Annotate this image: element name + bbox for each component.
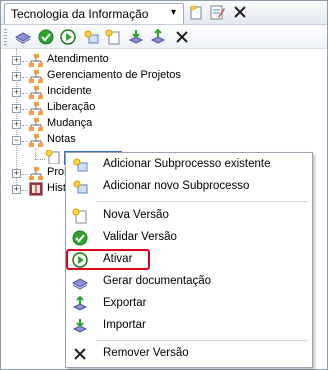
process-group-icon xyxy=(29,70,43,83)
add-new-subprocess-icon xyxy=(73,180,88,194)
expand-icon[interactable]: + xyxy=(12,104,21,113)
validate-icon xyxy=(72,230,88,246)
new-document-icon[interactable] xyxy=(188,4,204,20)
collapse-icon[interactable]: − xyxy=(12,136,21,145)
toolbar-grip[interactable] xyxy=(4,29,7,45)
toolbar xyxy=(1,25,327,49)
remove-icon xyxy=(74,348,86,360)
document-tab-title: Tecnologia da Informação xyxy=(11,7,149,21)
tree-node-mudanca[interactable]: + Mudança xyxy=(1,117,201,133)
process-group-icon xyxy=(29,86,43,99)
menu-item-label: Adicionar novo Subprocesso xyxy=(103,180,250,192)
menu-item-activate[interactable]: Ativar xyxy=(66,249,312,271)
menu-item-label: Adicionar Subprocesso existente xyxy=(103,158,271,170)
edit-document-icon[interactable] xyxy=(209,4,225,20)
validate-icon[interactable] xyxy=(38,29,54,45)
new-subprocess-icon[interactable] xyxy=(83,29,99,45)
expand-icon[interactable]: + xyxy=(12,56,21,65)
import-icon[interactable] xyxy=(128,29,144,45)
new-version-icon[interactable] xyxy=(105,29,121,45)
window-frame: Tecnologia da Informação ▾ + Atendimento… xyxy=(0,0,328,370)
layers-icon[interactable] xyxy=(15,29,31,45)
tree-node-label: Atendimento xyxy=(47,53,109,65)
document-tab[interactable]: Tecnologia da Informação ▾ xyxy=(4,3,184,24)
tree-node-label: Gerenciamento de Projetos xyxy=(47,69,181,81)
import-icon xyxy=(72,319,88,333)
documentation-icon xyxy=(72,278,88,290)
tree-node-incidente[interactable]: + Incidente xyxy=(1,85,201,101)
tree-node-gerenciamento[interactable]: + Gerenciamento de Projetos xyxy=(1,69,221,85)
expand-icon[interactable]: + xyxy=(12,72,21,81)
tree-node-liberacao[interactable]: + Liberação xyxy=(1,101,201,117)
process-group-icon xyxy=(29,102,43,115)
menu-item-add-new-subprocess[interactable]: Adicionar novo Subprocesso xyxy=(66,176,312,198)
add-existing-subprocess-icon xyxy=(73,158,88,172)
menu-item-label: Validar Versão xyxy=(103,231,177,243)
menu-item-validate-version[interactable]: Validar Versão xyxy=(66,227,312,249)
menu-item-label: Exportar xyxy=(103,297,147,309)
expand-icon[interactable]: + xyxy=(12,120,21,129)
menu-item-add-existing-subprocess[interactable]: Adicionar Subprocesso existente xyxy=(66,154,312,176)
tree-node-label: Incidente xyxy=(47,85,92,97)
menu-item-generate-documentation[interactable]: Gerar documentação xyxy=(66,271,312,293)
new-version-icon xyxy=(72,208,87,224)
tree-line xyxy=(35,159,45,160)
tree-line xyxy=(35,149,36,159)
export-icon[interactable] xyxy=(150,29,166,45)
expand-icon[interactable]: + xyxy=(12,88,21,97)
tree-node-notas[interactable]: − Notas xyxy=(1,133,201,149)
expand-icon[interactable]: + xyxy=(12,169,21,178)
tree-node-problema[interactable]: + Prob xyxy=(1,166,70,182)
menu-separator xyxy=(96,201,308,202)
process-group-icon xyxy=(29,118,43,131)
context-menu: Adicionar Subprocesso existente Adiciona… xyxy=(65,152,313,368)
menu-item-new-version[interactable]: Nova Versão xyxy=(66,205,312,227)
menu-item-label: Importar xyxy=(103,319,146,331)
menu-item-import[interactable]: Importar xyxy=(66,315,312,337)
export-icon xyxy=(72,296,88,311)
menu-item-label: Ativar xyxy=(103,253,133,265)
menu-item-label: Remover Versão xyxy=(103,347,189,359)
activate-icon[interactable] xyxy=(60,29,76,45)
menu-item-export[interactable]: Exportar xyxy=(66,293,312,315)
tree-node-label: Notas xyxy=(47,133,76,145)
tree-node-label: Liberação xyxy=(47,101,96,113)
close-icon[interactable] xyxy=(232,4,248,20)
process-group-icon xyxy=(29,167,43,180)
new-version-icon xyxy=(45,150,60,164)
process-group-icon xyxy=(29,54,43,67)
remove-icon[interactable] xyxy=(174,29,190,45)
menu-item-remove-version[interactable]: Remover Versão xyxy=(66,343,312,365)
menu-item-label: Gerar documentação xyxy=(103,275,212,287)
tree-node-atendimento[interactable]: + Atendimento xyxy=(1,53,201,69)
menu-separator xyxy=(96,340,308,341)
tab-dropdown-icon[interactable]: ▾ xyxy=(171,7,176,18)
process-group-icon xyxy=(29,134,43,147)
expand-icon[interactable]: + xyxy=(12,185,21,194)
activate-icon xyxy=(72,252,88,268)
history-book-icon xyxy=(29,182,43,196)
menu-item-label: Nova Versão xyxy=(103,209,169,221)
tree-node-label: Hist xyxy=(47,182,66,194)
title-bar: Tecnologia da Informação ▾ xyxy=(1,1,327,25)
tree-node-label: Mudança xyxy=(47,117,93,129)
tree-node-historico[interactable]: + Hist xyxy=(1,182,66,198)
